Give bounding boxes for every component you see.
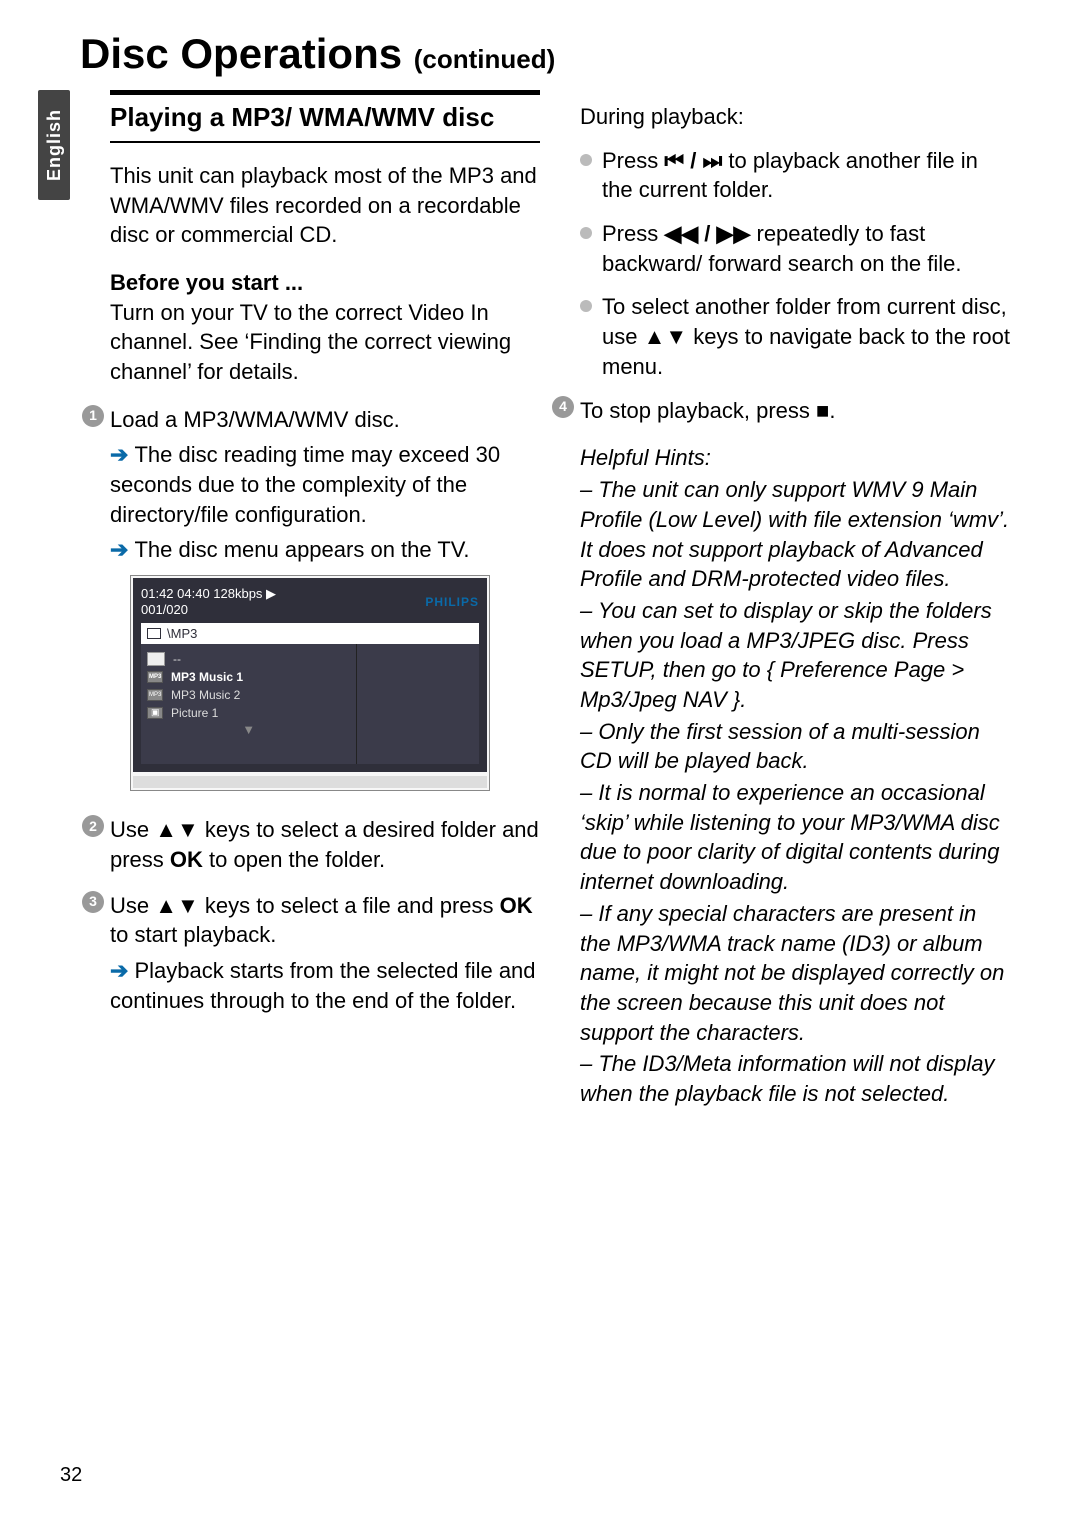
title-main: Disc Operations [80,30,414,77]
bullet-icon [580,227,592,239]
tv-row-3: MP3 Music 2 [171,688,240,702]
step-1-text: Load a MP3/WMA/WMV disc. [110,405,540,435]
step-4: 4 To stop playback, press ■. [552,396,1010,426]
text: To stop playback, press [580,398,816,423]
step-3: 3 Use ▲▼ keys to select a file and press… [82,891,540,950]
text: to start playback. [110,922,276,947]
step-1-bullet: 1 [82,405,104,427]
page-number: 32 [60,1464,82,1487]
up-down-keys-icon: ▲▼ [155,817,199,842]
step-1-sub-2-text: The disc menu appears on the TV. [134,537,469,562]
left-column: Playing a MP3/ WMA/WMV disc This unit ca… [110,90,540,1111]
step-3-sub: ➔Playback starts from the selected file … [110,956,540,1015]
tv-row-1: -- [173,652,181,666]
step-3-text: Use ▲▼ keys to select a file and press O… [110,891,540,950]
text: Press [602,221,664,246]
section-title: Playing a MP3/ WMA/WMV disc [110,103,540,133]
rewind-ff-icon: ◀◀ / ▶▶ [664,221,750,246]
tv-brand: PHILIPS [425,595,479,609]
section-rule-top [110,90,540,95]
language-tab: English [38,90,70,200]
prev-next-track-icon: ⏮ / ⏭ [664,148,722,173]
bullet-icon [580,300,592,312]
step-2-bullet: 2 [82,815,104,837]
stop-button-icon: ■ [816,398,829,423]
bullet-rew-ff: Press ◀◀ / ▶▶ repeatedly to fast backwar… [580,219,1010,278]
during-playback-label: During playback: [580,102,1010,132]
mp3-file-icon [147,671,163,683]
up-down-keys-icon: ▲▼ [644,324,688,349]
folder-icon [147,652,165,666]
step-2-text: Use ▲▼ keys to select a desired folder a… [110,815,540,874]
tv-count: 001/020 [141,602,276,617]
tv-row-4: Picture 1 [171,706,218,720]
arrow-icon: ➔ [110,537,128,562]
hint-2: – You can set to display or skip the fol… [580,596,1010,715]
step-2: 2 Use ▲▼ keys to select a desired folder… [82,815,540,874]
text: to open the folder. [203,847,385,872]
ok-label: OK [500,893,533,918]
up-down-keys-icon: ▲▼ [155,893,199,918]
text: . [829,398,835,423]
arrow-icon: ➔ [110,958,128,983]
right-column: During playback: Press ⏮ / ⏭ to playback… [580,90,1010,1111]
language-tab-label: English [44,109,65,181]
bullet-folder-nav: To select another folder from current di… [580,292,1010,381]
step-1-sub-2: ➔The disc menu appears on the TV. [110,535,540,565]
down-arrow-icon: ▼ [147,722,350,737]
before-block: Before you start ... Turn on your TV to … [110,268,540,387]
text: keys to select a file and press [199,893,500,918]
text: Use [110,893,155,918]
ok-label: OK [170,847,203,872]
bullet-prev-next: Press ⏮ / ⏭ to playback another file in … [580,146,1010,205]
folder-icon [147,628,161,639]
picture-file-icon [147,707,163,719]
text: Use [110,817,155,842]
step-1: 1 Load a MP3/WMA/WMV disc. [82,405,540,435]
hints-title: Helpful Hints: [580,445,1010,471]
tv-screen-illustration: 01:42 04:40 128kbps ▶ 001/020 PHILIPS \M… [130,575,490,791]
hint-5: – If any special characters are present … [580,899,1010,1047]
before-text: Turn on your TV to the correct Video In … [110,300,511,384]
tv-row-2: MP3 Music 1 [171,670,243,684]
hint-6: – The ID3/Meta information will not disp… [580,1049,1010,1108]
tv-path-bar: \MP3 [141,623,479,644]
hint-1: – The unit can only support WMV 9 Main P… [580,475,1010,594]
step-3-bullet: 3 [82,891,104,913]
hint-3: – Only the first session of a multi-sess… [580,717,1010,776]
step-4-text: To stop playback, press ■. [580,396,1010,426]
step-4-bullet: 4 [552,396,574,418]
before-label: Before you start ... [110,270,303,295]
tv-time-row: 01:42 04:40 128kbps ▶ [141,586,276,602]
step-1-sub-1: ➔The disc reading time may exceed 30 sec… [110,440,540,529]
arrow-icon: ➔ [110,442,128,467]
mp3-file-icon [147,689,163,701]
step-3-sub-text: Playback starts from the selected file a… [110,958,536,1013]
title-continued: (continued) [414,44,556,74]
step-1-sub-1-text: The disc reading time may exceed 30 seco… [110,442,500,526]
section-rule-bottom [110,141,540,143]
text: Press [602,148,664,173]
bullet-icon [580,154,592,166]
intro-text: This unit can playback most of the MP3 a… [110,161,540,250]
hint-4: – It is normal to experience an occasion… [580,778,1010,897]
tv-path-text: \MP3 [167,626,197,641]
page-title: Disc Operations (continued) [80,30,555,78]
